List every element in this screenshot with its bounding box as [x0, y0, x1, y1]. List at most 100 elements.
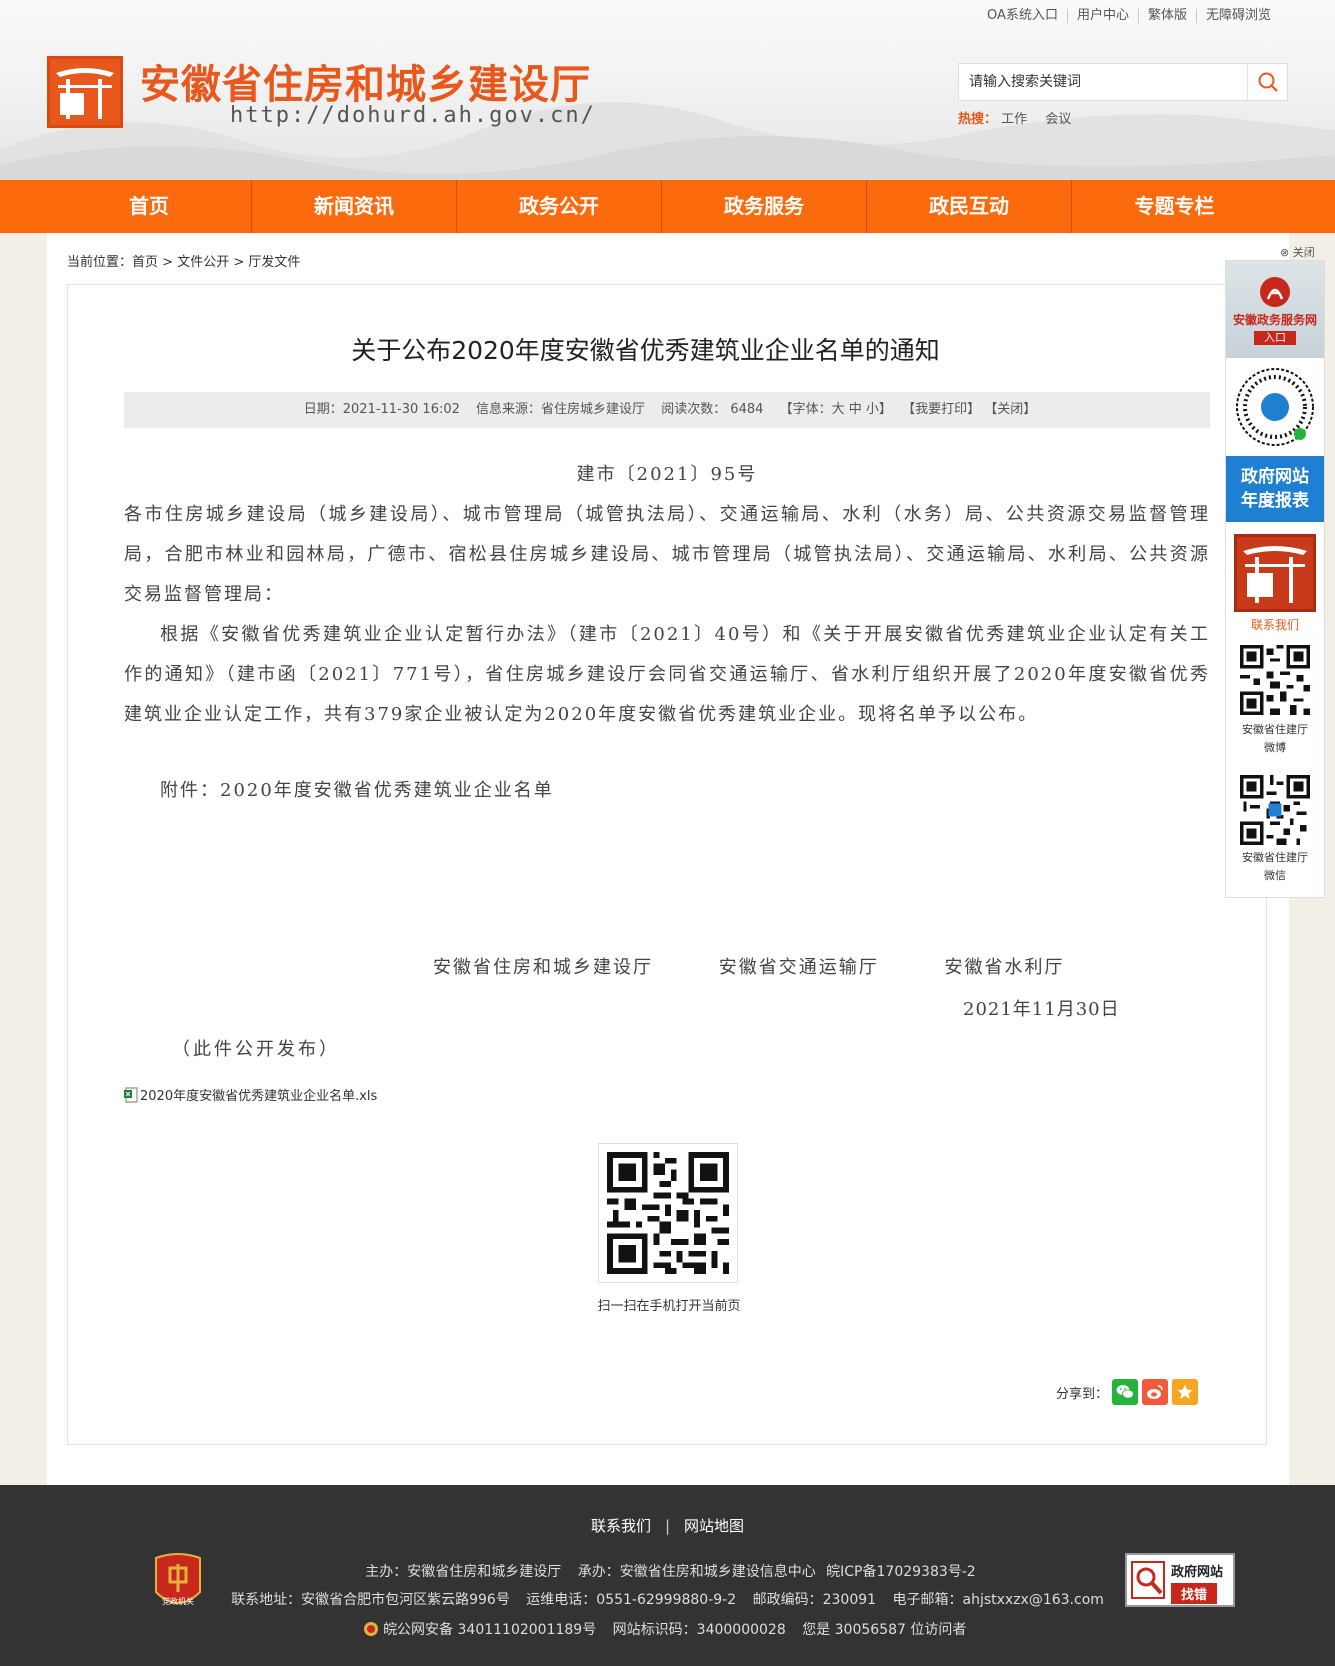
- print-button[interactable]: 【我要打印】: [902, 402, 980, 417]
- annual-report-line2: 年度报表: [1241, 491, 1309, 511]
- info-source: 信息来源：省住房城乡建设厅: [476, 402, 646, 417]
- font-small-button[interactable]: 小: [866, 402, 879, 417]
- user-center-link[interactable]: 用户中心: [1066, 9, 1138, 23]
- share-favorite-button[interactable]: [1172, 1379, 1199, 1405]
- hot-search: 热搜： 工作 会议: [958, 108, 1085, 127]
- footer-site-code: 网站标识码：3400000028: [612, 1622, 786, 1638]
- share-bar: 分享到：: [1056, 1379, 1199, 1405]
- close-button[interactable]: 【关闭】: [984, 402, 1036, 417]
- top-links: OA系统入口 用户中心 繁体版 无障碍浏览: [978, 9, 1280, 23]
- font-medium-button[interactable]: 中: [849, 402, 862, 417]
- attachment-filename: 2020年度安徽省优秀建筑业企业名单.xls: [140, 1089, 378, 1104]
- view-count: 阅读次数： 6484: [661, 402, 763, 417]
- wechat-icon: [1116, 1385, 1134, 1399]
- share-wechat-button[interactable]: [1112, 1379, 1139, 1405]
- search-box: [958, 63, 1288, 101]
- footer-police-record-link[interactable]: 皖公网安备 34011102001189号: [383, 1622, 596, 1638]
- contact-logo[interactable]: [1234, 534, 1316, 612]
- nav-interaction[interactable]: 政民互动: [867, 180, 1072, 233]
- weibo-caption: 安徽省住建厅 微博: [1226, 721, 1324, 757]
- font-size-control: 【字体：大 中 小】: [780, 402, 892, 417]
- accessibility-link[interactable]: 无障碍浏览: [1195, 9, 1280, 23]
- publish-note: （此件公开发布）: [172, 1039, 340, 1060]
- breadcrumb-home[interactable]: 首页: [132, 255, 158, 270]
- sign-date: 2021年11月30日: [963, 999, 1120, 1020]
- main-nav: 首页 新闻资讯 政务公开 政务服务 政民互动 专题专栏: [0, 180, 1335, 233]
- footer-visitor-count: 您是 30056587 位访问者: [802, 1622, 967, 1638]
- weibo-caption-line1: 安徽省住建厅: [1242, 723, 1308, 736]
- logo-emblem-icon: [1243, 546, 1307, 603]
- nav-news[interactable]: 新闻资讯: [252, 180, 457, 233]
- footer-contact-link[interactable]: 联系我们: [591, 1517, 651, 1535]
- article-body: 建市〔2021〕95号 各市住房城乡建设局（城乡建设局）、城市管理局（城管执法局…: [124, 455, 1210, 811]
- police-badge-icon: [363, 1622, 378, 1636]
- footer-sitemap-link[interactable]: 网站地图: [684, 1517, 744, 1535]
- gov-service-title: 安徽政务服务网: [1232, 312, 1317, 327]
- page-qr-code: [598, 1143, 738, 1283]
- floating-sidebar: 安徽政务服务网 入口 政府网站 年度报表 联系我们 安徽省住建厅 微博 安徽省住…: [1225, 260, 1325, 898]
- float-close-label: 关闭: [1292, 246, 1315, 259]
- gov-service-portal-link[interactable]: 安徽政务服务网 入口: [1226, 261, 1324, 358]
- breadcrumb-prefix: 当前位置：: [67, 255, 133, 270]
- hot-word-meeting[interactable]: 会议: [1045, 112, 1071, 127]
- breadcrumb: 当前位置：首页 > 文件公开 > 厅发文件: [67, 251, 300, 270]
- breadcrumb-dept-files[interactable]: 厅发文件: [248, 255, 300, 270]
- traditional-chinese-link[interactable]: 繁体版: [1137, 9, 1196, 23]
- project-qr-icon: [1236, 368, 1314, 446]
- article-title: 关于公布2020年度安徽省优秀建筑业企业名单的通知: [351, 336, 940, 365]
- main-paragraph: 根据《安徽省优秀建筑业企业认定暂行办法》（建市〔2021〕40号）和《关于开展安…: [124, 624, 1210, 725]
- footer-phone: 运维电话：0551-62999880-9-2: [526, 1592, 737, 1608]
- document-number: 建市〔2021〕95号: [576, 464, 758, 485]
- attachment-note: 附件：2020年度安徽省优秀建筑业企业名单: [160, 780, 554, 801]
- font-size-end: 】: [878, 402, 892, 417]
- site-footer: 联系我们 | 网站地图 党政机关 主办：安徽省住房和城乡建设厅 承办：安徽省住房和城…: [0, 1485, 1335, 1666]
- site-logo[interactable]: [47, 56, 123, 128]
- qr-caption: 扫一扫在手机打开当前页: [597, 1299, 741, 1314]
- float-bar-close[interactable]: ⊗ 关闭: [1280, 244, 1315, 260]
- nav-home[interactable]: 首页: [47, 180, 252, 233]
- footer-links: 联系我们 | 网站地图: [0, 1515, 1335, 1536]
- favorite-star-icon: [1177, 1384, 1193, 1399]
- wechat-caption-line1: 安徽省住建厅: [1242, 851, 1308, 864]
- share-label: 分享到：: [1056, 1386, 1109, 1402]
- error-report-line2: 找错: [1171, 1583, 1218, 1604]
- search-button[interactable]: [1247, 64, 1287, 100]
- nav-special-topics[interactable]: 专题专栏: [1072, 180, 1277, 233]
- weibo-caption-line2: 微博: [1264, 741, 1286, 754]
- annual-report-link[interactable]: 政府网站 年度报表: [1226, 456, 1324, 522]
- oa-entry-link[interactable]: OA系统入口: [978, 9, 1067, 23]
- gov-service-logo-icon: [1260, 276, 1290, 307]
- attachment-link[interactable]: 2020年度安徽省优秀建筑业企业名单.xls: [124, 1085, 377, 1104]
- addressees-paragraph: 各市住房城乡建设局（城乡建设局）、城市管理局（城管执法局）、交通运输局、水利（水…: [124, 504, 1210, 605]
- main-content: 当前位置：首页 > 文件公开 > 厅发文件 关于公布2020年度安徽省优秀建筑业…: [47, 233, 1289, 1485]
- hot-search-label: 热搜：: [958, 112, 998, 127]
- view-count-value: 6484: [730, 402, 764, 417]
- contact-us-label[interactable]: 联系我们: [1226, 616, 1324, 633]
- footer-link-separator: |: [664, 1517, 671, 1535]
- error-report-line1: 政府网站: [1171, 1565, 1224, 1580]
- footer-sponsor: 主办：安徽省住房和城乡建设厅: [365, 1564, 562, 1580]
- footer-email: 电子邮箱：ahjstxxzx@163.com: [892, 1592, 1104, 1608]
- article: 关于公布2020年度安徽省优秀建筑业企业名单的通知 日期：2021-11-30 …: [67, 284, 1267, 1445]
- signers: 安徽省住房和城乡建设厅 安徽省交通运输厅 安徽省水利厅: [433, 953, 1064, 979]
- signer-transport-dept: 安徽省交通运输厅: [718, 957, 879, 978]
- footer-postcode: 邮政编码：230091: [752, 1592, 877, 1608]
- font-large-button[interactable]: 大: [832, 402, 845, 417]
- signer-water-dept: 安徽省水利厅: [944, 957, 1065, 978]
- logo-emblem-icon: [56, 68, 114, 119]
- xls-file-icon: [124, 1087, 138, 1102]
- nav-gov-affairs-open[interactable]: 政务公开: [457, 180, 662, 233]
- nav-gov-services[interactable]: 政务服务: [662, 180, 867, 233]
- gov-service-enter: 入口: [1254, 330, 1296, 345]
- footer-icp-link[interactable]: 皖ICP备17029383号-2: [826, 1564, 976, 1580]
- gov-site-error-report-button[interactable]: 政府网站 找错: [1125, 1553, 1235, 1607]
- site-title[interactable]: 安徽省住房和城乡建设厅: [140, 52, 591, 110]
- breadcrumb-file-public[interactable]: 文件公开: [177, 255, 229, 270]
- weibo-qr-icon: [1240, 645, 1310, 715]
- search-input[interactable]: [959, 64, 1249, 100]
- wechat-qr-icon: [1240, 775, 1310, 845]
- qr-code-icon: [607, 1152, 729, 1274]
- share-weibo-button[interactable]: [1142, 1379, 1169, 1405]
- hot-word-work[interactable]: 工作: [1001, 112, 1027, 127]
- footer-record-line: 皖公网安备 34011102001189号 网站标识码：3400000028 您…: [0, 1619, 1335, 1639]
